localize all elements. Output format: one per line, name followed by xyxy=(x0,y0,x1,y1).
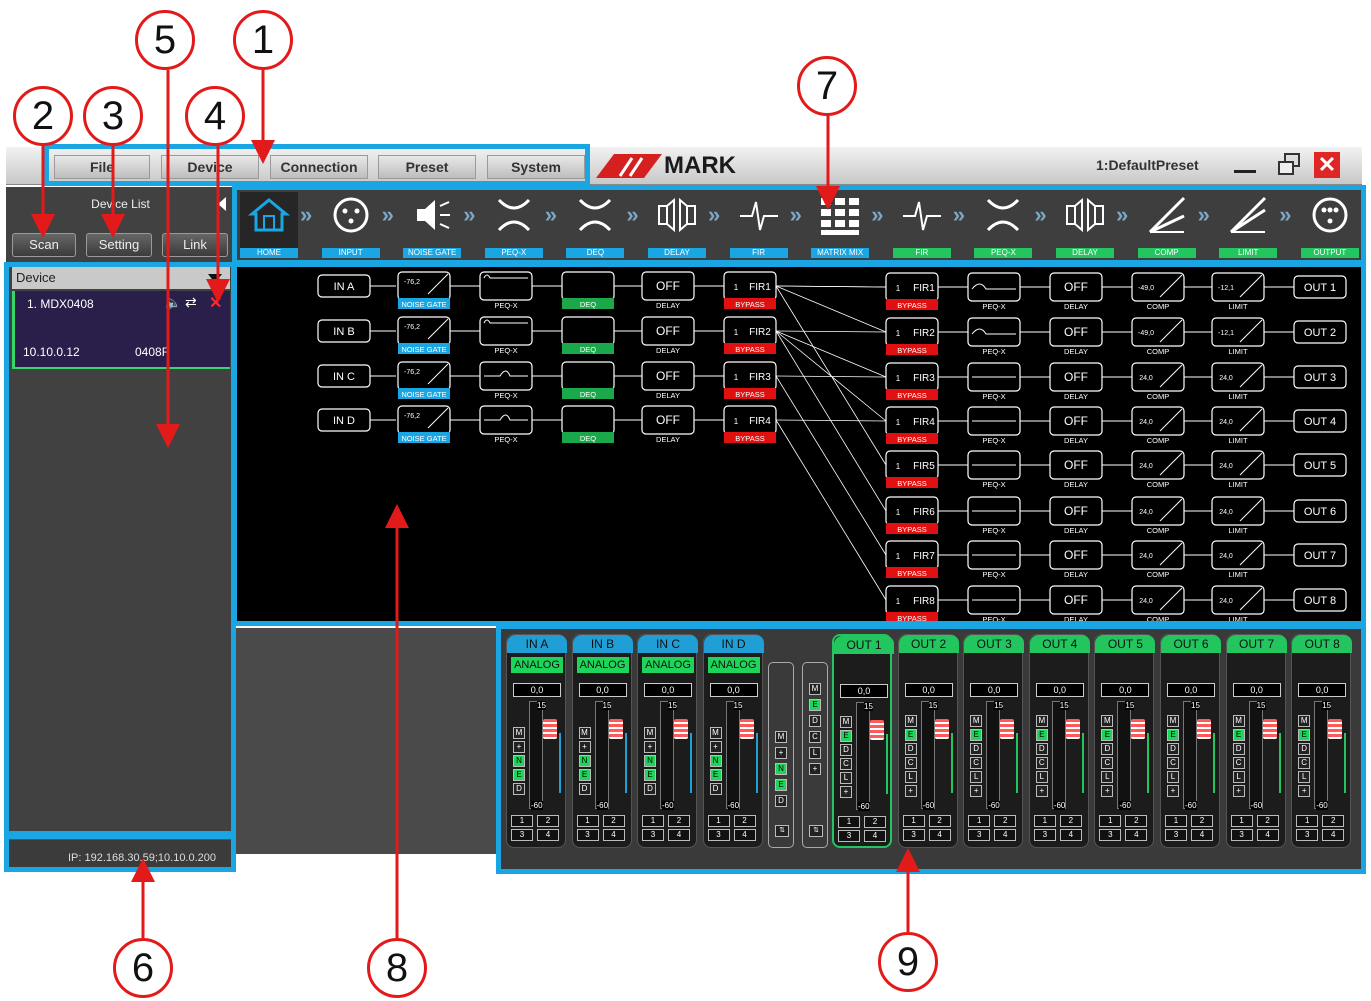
callout-2: 2 xyxy=(13,86,73,146)
callout-8: 8 xyxy=(367,938,427,998)
callout-1: 1 xyxy=(233,10,293,70)
callout-arrows xyxy=(31,70,920,938)
callout-4: 4 xyxy=(185,86,245,146)
callout-3: 3 xyxy=(83,86,143,146)
callout-6: 6 xyxy=(113,938,173,998)
callout-7: 7 xyxy=(797,56,857,116)
screenshot-stage: File Device Connection Preset System MAR… xyxy=(0,0,1371,1001)
callout-9: 9 xyxy=(878,932,938,992)
callout-5: 5 xyxy=(135,10,195,70)
